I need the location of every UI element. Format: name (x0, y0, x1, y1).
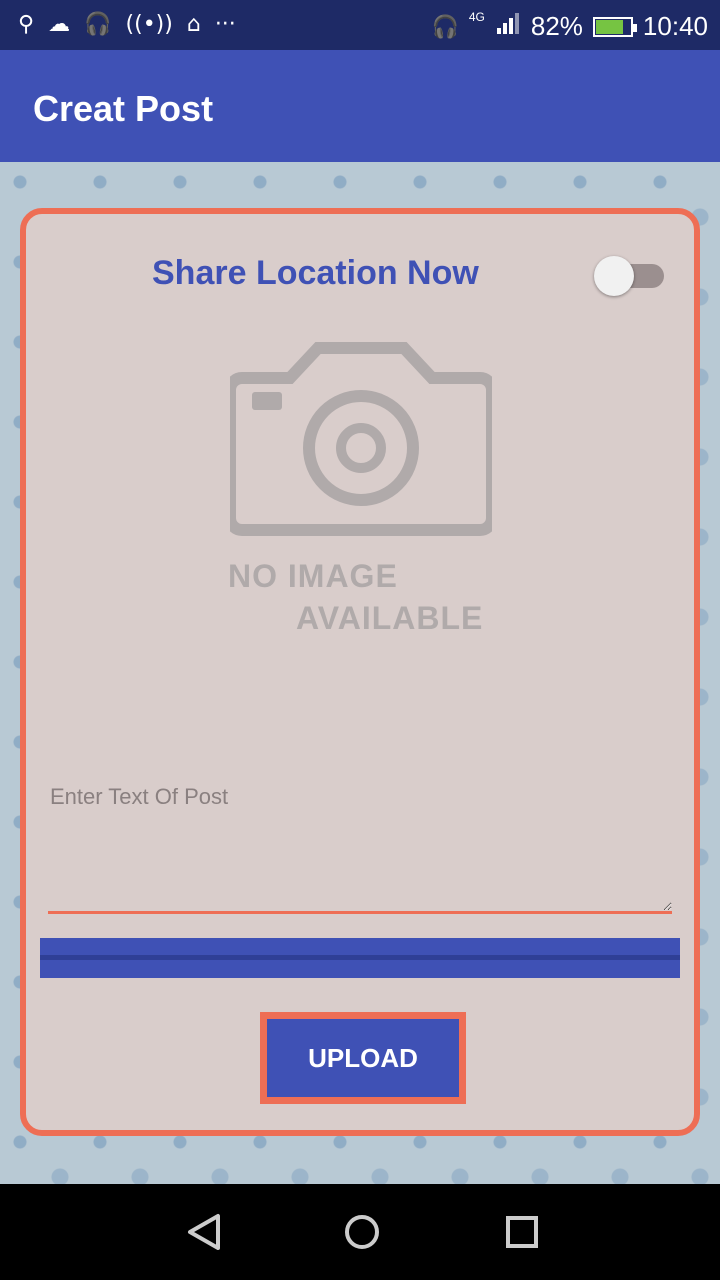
signal-icon (495, 10, 521, 43)
no-image-text-line2: AVAILABLE (296, 600, 484, 636)
cloud-icon: ☁ (48, 12, 71, 37)
post-text-input[interactable] (48, 774, 672, 914)
page-title: Creat Post (33, 88, 214, 129)
progress-bar-track (40, 955, 680, 960)
no-image-text-line1: NO IMAGE (228, 558, 398, 594)
battery-level (595, 19, 624, 34)
create-post-card: Share Location Now NO IMAGE AVAILABLE En… (20, 208, 700, 1136)
more-icon: ··· (214, 12, 236, 37)
toggle-thumb (594, 256, 634, 296)
back-icon[interactable] (184, 1212, 224, 1252)
status-bar: ⚲ ☁ 🎧 ((•)) ⌂ ··· 🎧 4G 82% 10:40 (0, 0, 720, 50)
content-background: Share Location Now NO IMAGE AVAILABLE En… (0, 162, 720, 1184)
recent-apps-icon[interactable] (504, 1214, 540, 1250)
battery-icon (592, 16, 637, 37)
camera-icon[interactable] (230, 338, 492, 538)
clock: 10:40 (642, 11, 708, 41)
network-type: 4G (468, 10, 485, 24)
share-location-toggle[interactable] (594, 254, 666, 298)
headset-icon: 🎧 (84, 12, 112, 37)
hotspot-icon: ((•)) (125, 12, 173, 37)
upload-button[interactable]: UPLOAD (260, 1012, 466, 1104)
share-location-label: Share Location Now (152, 254, 479, 292)
progress-bar (40, 938, 680, 978)
battery-percent: 82% (530, 11, 583, 41)
status-left-icons: ⚲ ☁ 🎧 ((•)) ⌂ ··· (18, 12, 236, 37)
home-icon[interactable] (342, 1212, 382, 1252)
app-bar: Creat Post (0, 50, 720, 162)
android-icon: ⌂ (186, 12, 201, 37)
usb-icon: ⚲ (18, 12, 35, 37)
headset-status-icon: 🎧 (431, 13, 459, 39)
navigation-bar (0, 1184, 720, 1280)
status-right: 🎧 4G 82% 10:40 (431, 10, 708, 43)
